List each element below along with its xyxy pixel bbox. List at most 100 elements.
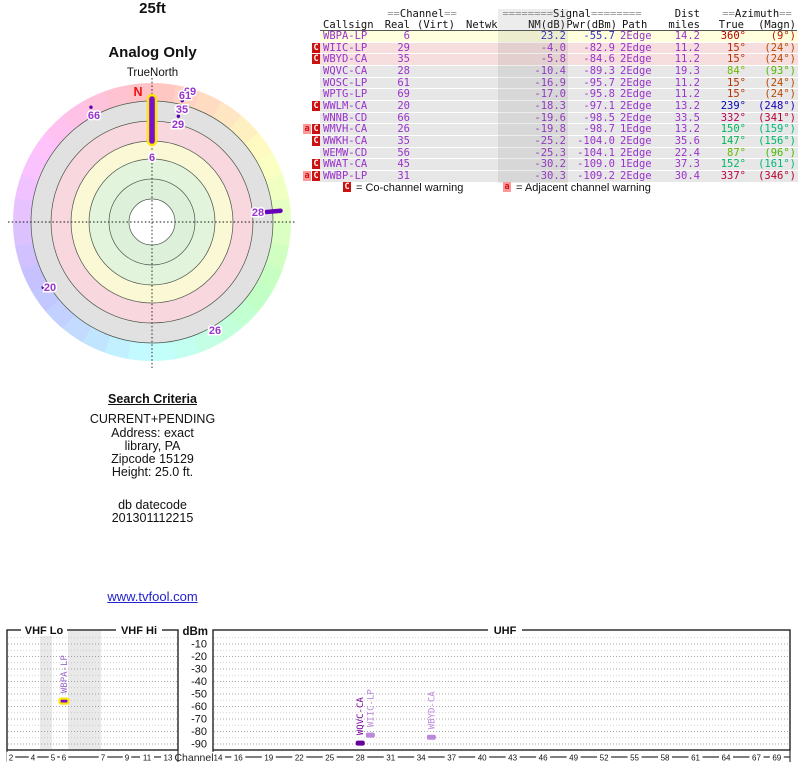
spectrum-marker-WIIC-LP xyxy=(366,733,375,738)
adjacent-channel-warning-icon: a xyxy=(303,124,311,134)
band-label-vhf-hi: VHF Hi xyxy=(121,625,157,637)
cell-pwr-dbm: -95.7 xyxy=(583,78,615,89)
cell-path: 1Edge xyxy=(620,159,652,170)
co-channel-legend-text: = Co-channel warning xyxy=(356,182,463,194)
cell-dist-miles: 37.3 xyxy=(675,159,700,170)
cell-dist-miles: 11.2 xyxy=(675,54,700,65)
cell-real-channel: 66 xyxy=(397,113,410,124)
cell-callsign: WWKH-CA xyxy=(323,136,367,147)
channel-tick-4: 4 xyxy=(31,754,36,763)
adjacent-channel-warning-icon: a xyxy=(303,171,311,181)
cell-path: 1Edge xyxy=(620,124,652,135)
cell-real-channel: 61 xyxy=(397,78,410,89)
cell-path: 2Edge xyxy=(620,101,652,112)
cell-pwr-dbm: -109.0 xyxy=(577,159,615,170)
search-criteria-height: Height: 25.0 ft. xyxy=(0,466,305,479)
cell-true-azimuth: 15° xyxy=(727,78,746,89)
cell-real-channel: 35 xyxy=(397,54,410,65)
channel-tick-5: 5 xyxy=(51,754,56,763)
cell-dist-miles: 33.5 xyxy=(675,113,700,124)
cell-magn-azimuth: (341°) xyxy=(758,113,796,124)
dbm-axis-label: dBm xyxy=(182,626,208,638)
search-criteria-title: Search Criteria xyxy=(0,392,305,406)
cell-nm-db: -4.0 xyxy=(541,43,566,54)
cell-real-channel: 6 xyxy=(404,31,410,42)
adjacent-channel-legend-text: = Adjacent channel warning xyxy=(516,182,651,194)
spectrum-label-WQVC-CA: WQVC-CA xyxy=(356,697,366,736)
channel-tick-58: 58 xyxy=(661,754,670,763)
cell-path: 2Edge xyxy=(620,113,652,124)
cell-true-azimuth: 239° xyxy=(721,101,746,112)
co-channel-warning-icon: C xyxy=(312,101,320,111)
cell-magn-azimuth: (96°) xyxy=(764,148,796,159)
dbm-tick--40: -40 xyxy=(191,676,207,688)
cell-path: 2Edge xyxy=(620,148,652,159)
cell-magn-azimuth: (24°) xyxy=(764,78,796,89)
cell-dist-miles: 13.2 xyxy=(675,124,700,135)
cell-callsign: WQVC-CA xyxy=(323,66,367,77)
channel-tick-43: 43 xyxy=(508,754,517,763)
channel-tick-61: 61 xyxy=(691,754,700,763)
radar-marker-ch28 xyxy=(266,211,281,212)
cell-callsign: WEMW-CD xyxy=(323,148,367,159)
cell-nm-db: -18.3 xyxy=(534,101,566,112)
cell-true-azimuth: 332° xyxy=(721,113,746,124)
spectrum-label-WBYD-CA: WBYD-CA xyxy=(427,691,437,730)
channel-tick-69: 69 xyxy=(772,754,781,763)
cell-path: 2Edge xyxy=(620,66,652,77)
channel-tick-34: 34 xyxy=(417,754,426,763)
cell-path: 2Edge xyxy=(620,43,652,54)
cell-magn-azimuth: (9°) xyxy=(771,31,796,42)
radar-label-ch28: 28 xyxy=(252,207,264,219)
cell-callsign: WPTG-LP xyxy=(323,89,367,100)
cell-real-channel: 56 xyxy=(397,148,410,159)
cell-dist-miles: 11.2 xyxy=(675,89,700,100)
cell-pwr-dbm: -104.0 xyxy=(577,136,615,147)
channel-tick-37: 37 xyxy=(447,754,456,763)
channel-tick-7: 7 xyxy=(101,754,106,763)
radar-label-ch20: 20 xyxy=(44,282,56,294)
cell-magn-azimuth: (346°) xyxy=(758,171,796,182)
cell-pwr-dbm: -89.3 xyxy=(583,66,615,77)
table-header-underline xyxy=(320,30,797,31)
dbm-tick--60: -60 xyxy=(191,701,207,713)
tvfool-link[interactable]: www.tvfool.com xyxy=(107,589,197,604)
channel-tick-46: 46 xyxy=(539,754,548,763)
cell-path: 2Edge xyxy=(620,171,652,182)
co-channel-warning-icon: C xyxy=(343,182,351,192)
cell-callsign: WWBP-LP xyxy=(323,171,367,182)
cell-real-channel: 20 xyxy=(397,101,410,112)
cell-path: 2Edge xyxy=(620,136,652,147)
dbm-tick--10: -10 xyxy=(191,639,207,651)
spectrum-marker-WBPA-LP xyxy=(60,699,69,704)
cell-dist-miles: 19.3 xyxy=(675,66,700,77)
cell-pwr-dbm: -109.2 xyxy=(577,171,615,182)
cell-real-channel: 69 xyxy=(397,89,410,100)
channel-tick-6: 6 xyxy=(62,754,67,763)
dbm-tick--50: -50 xyxy=(191,689,207,701)
cell-callsign: WWLM-CA xyxy=(323,101,367,112)
cell-true-azimuth: 337° xyxy=(721,171,746,182)
cell-true-azimuth: 84° xyxy=(727,66,746,77)
channel-tick-31: 31 xyxy=(386,754,395,763)
channel-tick-28: 28 xyxy=(356,754,365,763)
channel-tick-55: 55 xyxy=(630,754,639,763)
co-channel-warning-icon: C xyxy=(312,159,320,169)
channel-tick-25: 25 xyxy=(325,754,334,763)
cell-true-azimuth: 152° xyxy=(721,159,746,170)
channel-tick-22: 22 xyxy=(295,754,304,763)
channel-tick-9: 9 xyxy=(125,754,130,763)
cell-callsign: WBYD-CA xyxy=(323,54,367,65)
cell-pwr-dbm: -55.7 xyxy=(583,31,615,42)
cell-path: 2Edge xyxy=(620,54,652,65)
cell-nm-db: 23.2 xyxy=(541,31,566,42)
channel-tick-19: 19 xyxy=(264,754,273,763)
cell-nm-db: -30.2 xyxy=(534,159,566,170)
channel-axis-label: Channel xyxy=(174,752,213,764)
cell-magn-azimuth: (156°) xyxy=(758,136,796,147)
cell-pwr-dbm: -104.1 xyxy=(577,148,615,159)
cell-pwr-dbm: -97.1 xyxy=(583,101,615,112)
dbm-tick--90: -90 xyxy=(191,739,207,751)
cell-dist-miles: 30.4 xyxy=(675,171,700,182)
cell-pwr-dbm: -98.7 xyxy=(583,124,615,135)
